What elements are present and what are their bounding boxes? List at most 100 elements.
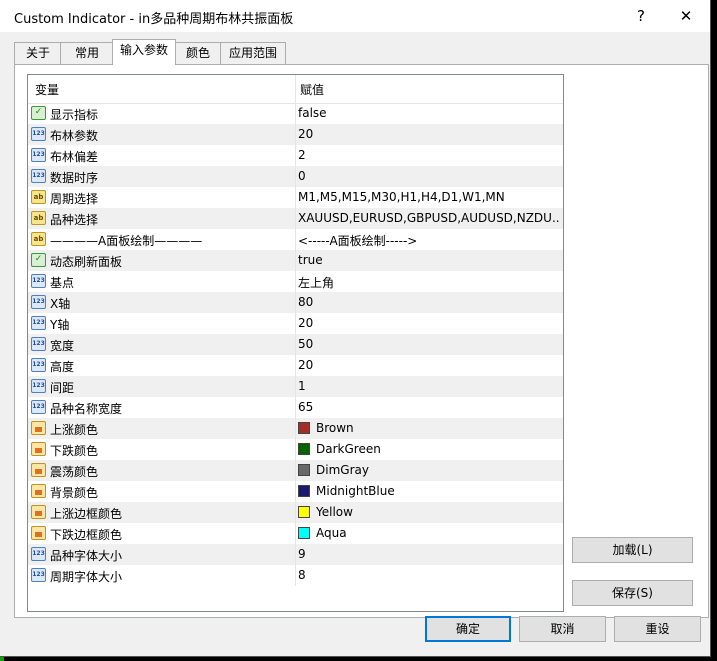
- int-icon: 123: [31, 148, 46, 162]
- color-swatch[interactable]: [298, 506, 310, 518]
- color-icon: [31, 421, 46, 435]
- parameter-name: 震荡颜色: [50, 465, 99, 479]
- parameter-value[interactable]: 50: [298, 337, 560, 351]
- parameter-row[interactable]: 上涨边框颜色 Yellow: [28, 502, 563, 523]
- parameter-name: 上涨颜色: [50, 423, 99, 437]
- int-icon: 123: [31, 316, 46, 330]
- parameter-row[interactable]: 背景颜色 MidnightBlue: [28, 481, 563, 502]
- parameter-value[interactable]: 20: [298, 316, 560, 330]
- parameter-row[interactable]: ✓ 动态刷新面板 true: [28, 250, 563, 271]
- tab-visualization[interactable]: 应用范围: [220, 42, 286, 64]
- row-divider: [295, 481, 296, 502]
- int-icon: 123: [31, 547, 46, 561]
- parameter-row[interactable]: 下跌边框颜色 Aqua: [28, 523, 563, 544]
- parameter-row[interactable]: 123 间距 1: [28, 376, 563, 397]
- ok-button[interactable]: 确定: [425, 616, 511, 642]
- parameter-name: 下跌颜色: [50, 444, 99, 458]
- color-swatch[interactable]: [298, 527, 310, 539]
- int-icon: 123: [31, 400, 46, 414]
- parameter-value[interactable]: 0: [298, 169, 560, 183]
- parameter-value[interactable]: DimGray: [316, 463, 563, 477]
- parameter-row[interactable]: 123 周期字体大小 8: [28, 565, 563, 586]
- parameter-value[interactable]: MidnightBlue: [316, 484, 563, 498]
- parameter-value[interactable]: <-----A面板绘制----->: [298, 232, 560, 249]
- column-header-variable[interactable]: 变量: [35, 81, 59, 98]
- int-icon: 123: [31, 127, 46, 141]
- window-title: Custom Indicator - in多品种周期布林共振面板: [14, 12, 294, 27]
- parameter-value[interactable]: 8: [298, 568, 560, 582]
- tab-about[interactable]: 关于: [14, 42, 62, 64]
- row-divider: [295, 271, 296, 292]
- parameter-value[interactable]: Yellow: [316, 505, 563, 519]
- row-divider: [295, 460, 296, 481]
- column-header-value[interactable]: 赋值: [300, 81, 324, 98]
- parameter-value[interactable]: Aqua: [316, 526, 563, 540]
- parameter-row[interactable]: ab 品种选择 XAUUSD,EURUSD,GBPUSD,AUDUSD,NZDU..…: [28, 208, 563, 229]
- color-swatch[interactable]: [298, 422, 310, 434]
- parameter-value[interactable]: M1,M5,M15,M30,H1,H4,D1,W1,MN: [298, 190, 560, 204]
- parameter-row[interactable]: ab 周期选择 M1,M5,M15,M30,H1,H4,D1,W1,MN: [28, 187, 563, 208]
- parameter-value[interactable]: XAUUSD,EURUSD,GBPUSD,AUDUSD,NZDU...: [298, 211, 560, 225]
- parameter-value[interactable]: 2: [298, 148, 560, 162]
- parameter-value[interactable]: DarkGreen: [316, 442, 563, 456]
- parameter-row[interactable]: 123 品种字体大小 9: [28, 544, 563, 565]
- grid-header: 变量 赋值: [28, 75, 563, 104]
- row-divider: [295, 292, 296, 313]
- parameter-row[interactable]: 下跌颜色 DarkGreen: [28, 439, 563, 460]
- save-button[interactable]: 保存(S): [572, 580, 693, 606]
- parameter-row[interactable]: 123 基点 左上角: [28, 271, 563, 292]
- parameter-value[interactable]: true: [298, 253, 560, 267]
- color-icon: [31, 484, 46, 498]
- parameter-row[interactable]: 123 布林参数 20: [28, 124, 563, 145]
- parameter-row[interactable]: ✓ 显示指标 false: [28, 103, 563, 124]
- color-swatch[interactable]: [298, 485, 310, 497]
- parameter-row[interactable]: 震荡颜色 DimGray: [28, 460, 563, 481]
- tab-inputs[interactable]: 输入参数: [112, 39, 176, 65]
- color-icon: [31, 442, 46, 456]
- bool-icon: ✓: [31, 253, 46, 267]
- int-icon: 123: [31, 379, 46, 393]
- parameter-row[interactable]: 123 品种名称宽度 65: [28, 397, 563, 418]
- column-divider[interactable]: [295, 75, 296, 103]
- parameter-value[interactable]: 左上角: [298, 274, 560, 291]
- color-swatch[interactable]: [298, 464, 310, 476]
- parameter-name: 数据时序: [50, 171, 99, 185]
- parameter-row[interactable]: 123 高度 20: [28, 355, 563, 376]
- parameter-row[interactable]: 上涨颜色 Brown: [28, 418, 563, 439]
- parameter-name: 品种名称宽度: [50, 402, 123, 416]
- cancel-button[interactable]: 取消: [519, 616, 606, 642]
- parameter-row[interactable]: ab ————A面板绘制———— <-----A面板绘制----->: [28, 229, 563, 250]
- parameters-grid[interactable]: 变量 赋值 ✓ 显示指标 false 123 布林参数 20 123 布林偏差 2 123 数据时序…: [27, 74, 564, 612]
- tab-colors[interactable]: 颜色: [174, 42, 222, 64]
- help-button[interactable]: ?: [628, 4, 654, 28]
- parameter-row[interactable]: 123 Y轴 20: [28, 313, 563, 334]
- parameter-value[interactable]: 65: [298, 400, 560, 414]
- load-button[interactable]: 加载(L): [572, 537, 693, 563]
- row-divider: [295, 208, 296, 229]
- row-divider: [295, 418, 296, 439]
- parameter-name: X轴: [50, 297, 71, 311]
- row-divider: [295, 187, 296, 208]
- parameter-name: 动态刷新面板: [50, 255, 123, 269]
- reset-button[interactable]: 重设: [614, 616, 701, 642]
- parameter-name: 上涨边框颜色: [50, 507, 123, 521]
- parameter-value[interactable]: false: [298, 106, 560, 120]
- parameter-value[interactable]: 20: [298, 127, 560, 141]
- title-bar: Custom Indicator - in多品种周期布林共振面板 ? ✕: [0, 0, 710, 32]
- parameter-value[interactable]: 9: [298, 547, 560, 561]
- close-button[interactable]: ✕: [673, 4, 699, 28]
- row-divider: [295, 523, 296, 544]
- parameter-value[interactable]: Brown: [316, 421, 563, 435]
- tab-common[interactable]: 常用: [60, 42, 114, 64]
- color-icon: [31, 505, 46, 519]
- parameter-value[interactable]: 1: [298, 379, 560, 393]
- parameter-row[interactable]: 123 数据时序 0: [28, 166, 563, 187]
- color-swatch[interactable]: [298, 443, 310, 455]
- parameter-name: 品种字体大小: [50, 549, 123, 563]
- parameter-row[interactable]: 123 布林偏差 2: [28, 145, 563, 166]
- row-divider: [295, 313, 296, 334]
- parameter-row[interactable]: 123 X轴 80: [28, 292, 563, 313]
- parameter-value[interactable]: 80: [298, 295, 560, 309]
- parameter-value[interactable]: 20: [298, 358, 560, 372]
- parameter-row[interactable]: 123 宽度 50: [28, 334, 563, 355]
